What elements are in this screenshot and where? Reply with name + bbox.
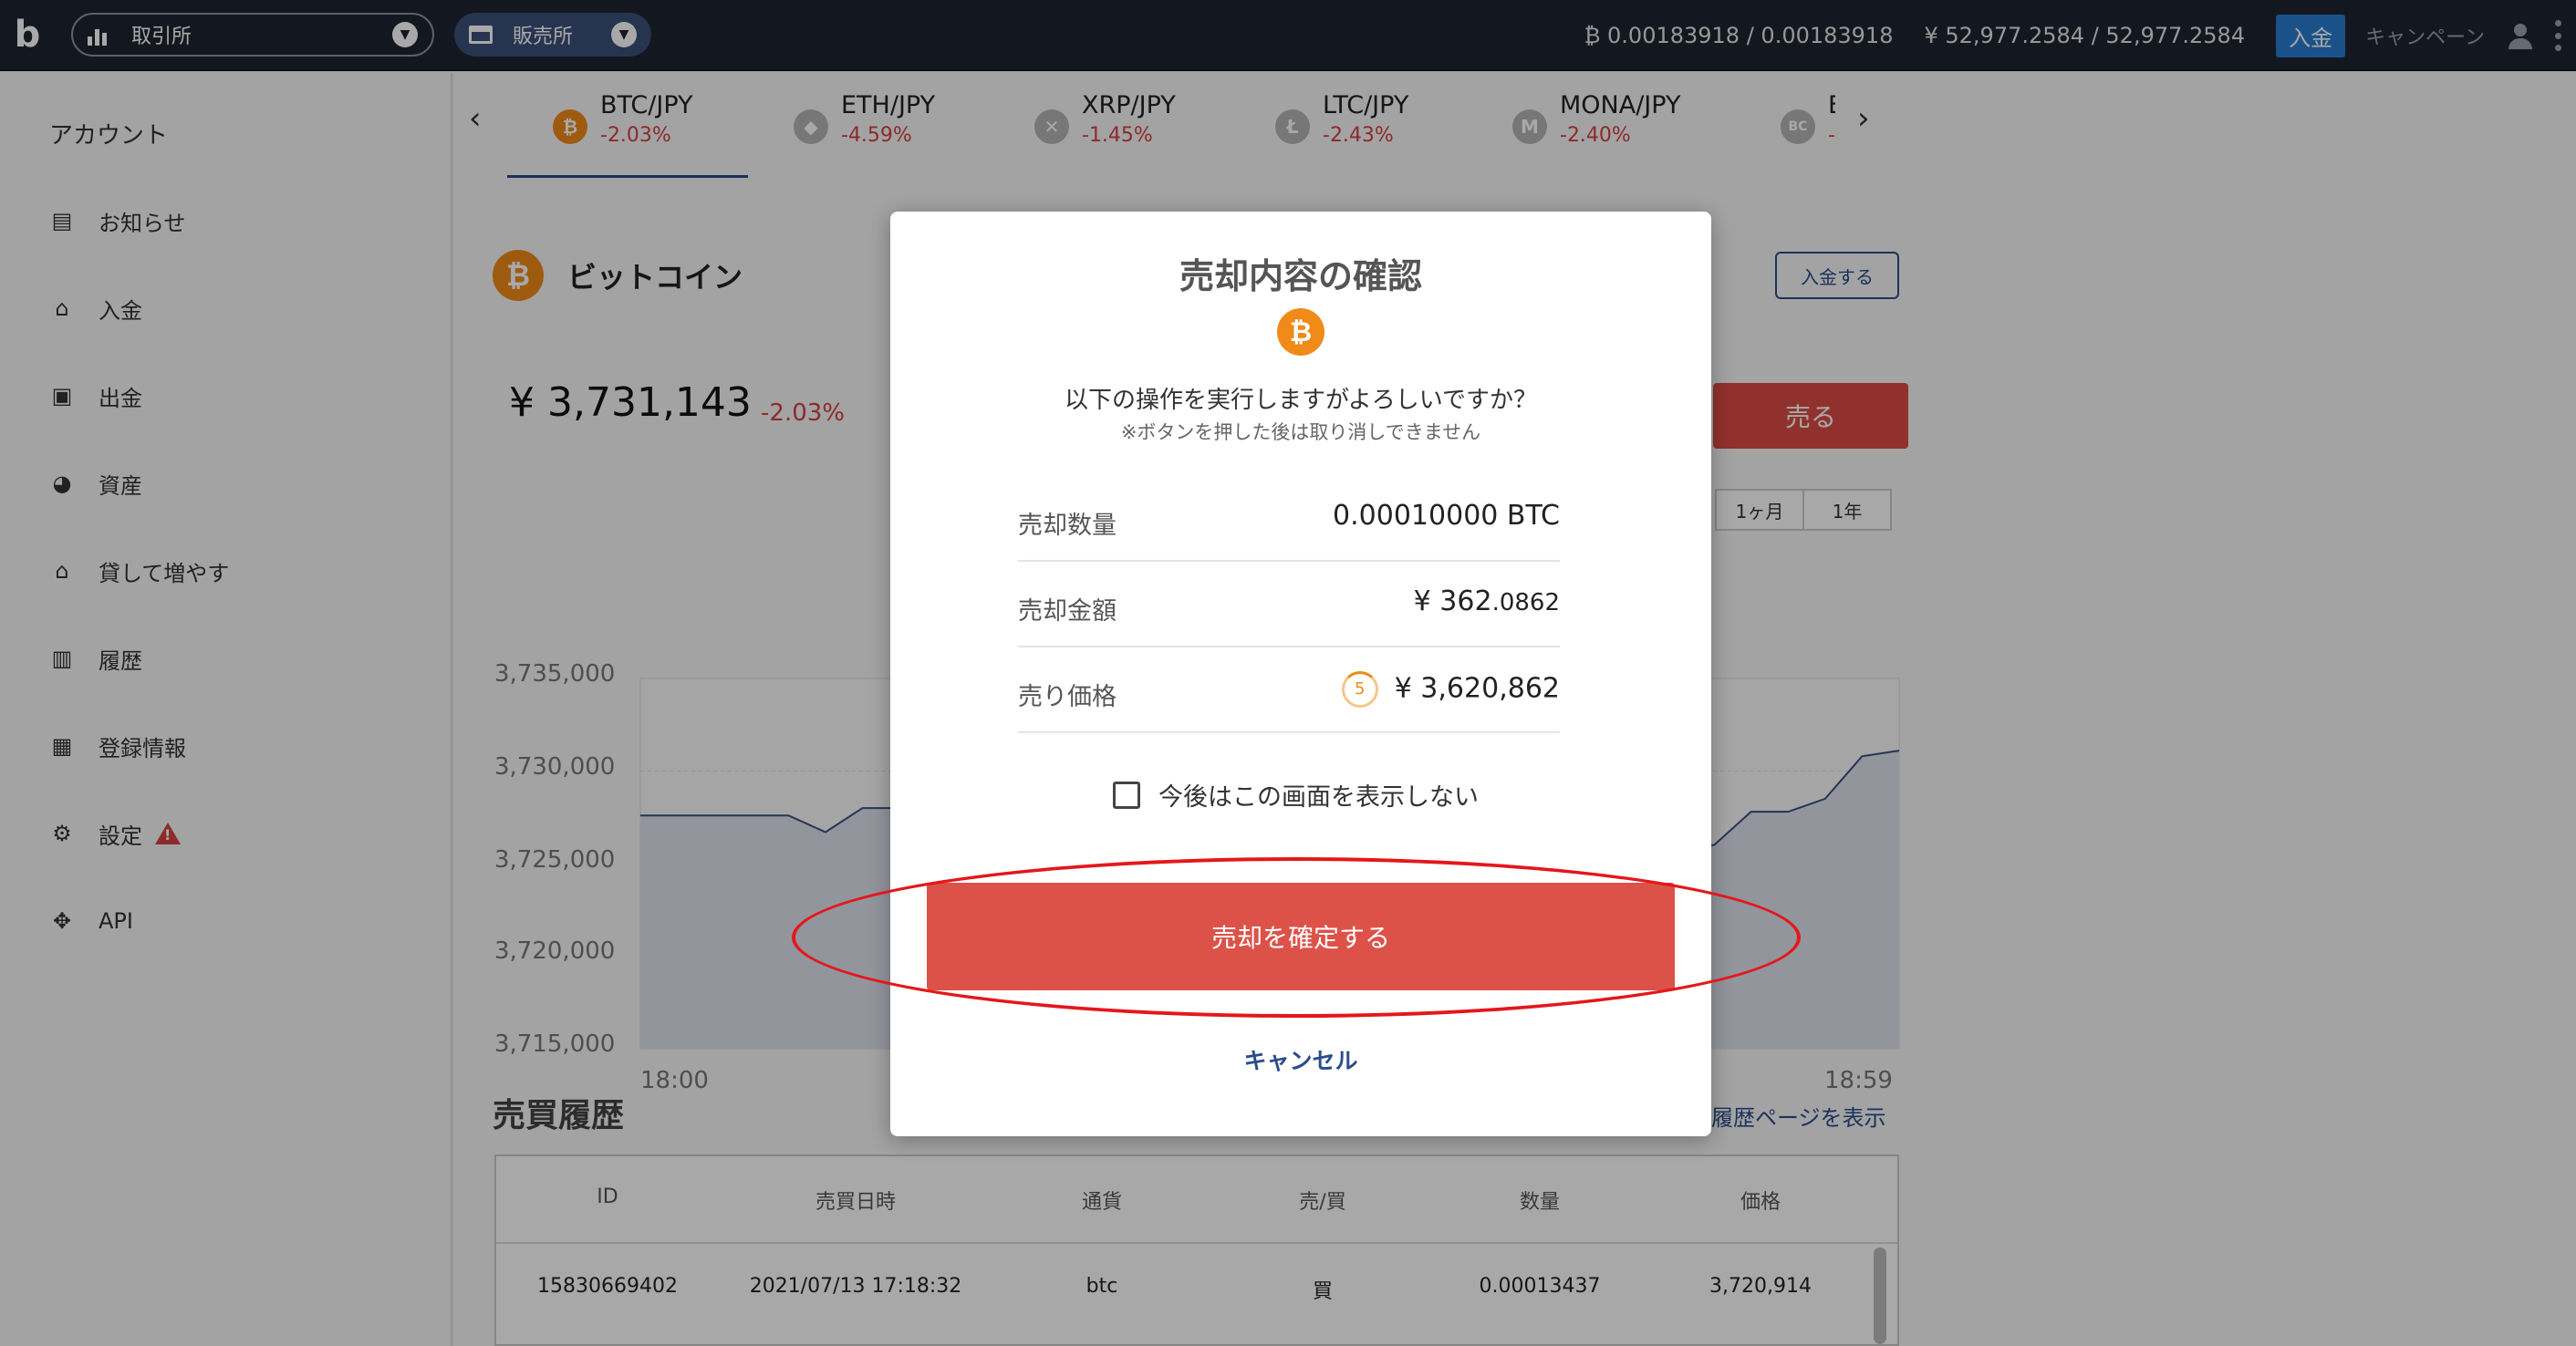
sell-total-value: ¥ 362.0862 — [1413, 585, 1560, 617]
countdown-timer-icon: 5 — [1341, 671, 1378, 708]
sell-total-label: 売却金額 — [1018, 597, 1117, 626]
sell-price-value: 5 ¥ 3,620,862 — [1341, 671, 1560, 708]
dont-show-again-checkbox[interactable] — [1113, 781, 1140, 809]
sell-amount-row: 売却数量 0.00010000 BTC — [1018, 476, 1560, 562]
dont-show-again-label: 今後はこの画面を表示しない — [1158, 783, 1479, 812]
highlight-annotation-ellipse — [792, 857, 1801, 1018]
sell-price-row: 売り価格 5 ¥ 3,620,862 — [1018, 647, 1560, 733]
dont-show-again-option[interactable]: 今後はこの画面を表示しない — [1113, 777, 1479, 813]
cancel-button[interactable]: キャンセル — [890, 1043, 1711, 1076]
sell-price-label: 売り価格 — [1018, 683, 1117, 711]
sell-total-row: 売却金額 ¥ 362.0862 — [1018, 562, 1560, 647]
dialog-title: 売却内容の確認 — [1179, 256, 1422, 296]
bitcoin-icon: ₿ — [1277, 308, 1324, 356]
sell-amount-label: 売却数量 — [1018, 512, 1117, 540]
irreversible-note: ※ボタンを押した後は取り消しできません — [1120, 421, 1481, 443]
sell-amount-value: 0.00010000 BTC — [1333, 500, 1560, 532]
confirmation-question: 以下の操作を実行しますがよろしいですか？ — [1065, 387, 1537, 414]
